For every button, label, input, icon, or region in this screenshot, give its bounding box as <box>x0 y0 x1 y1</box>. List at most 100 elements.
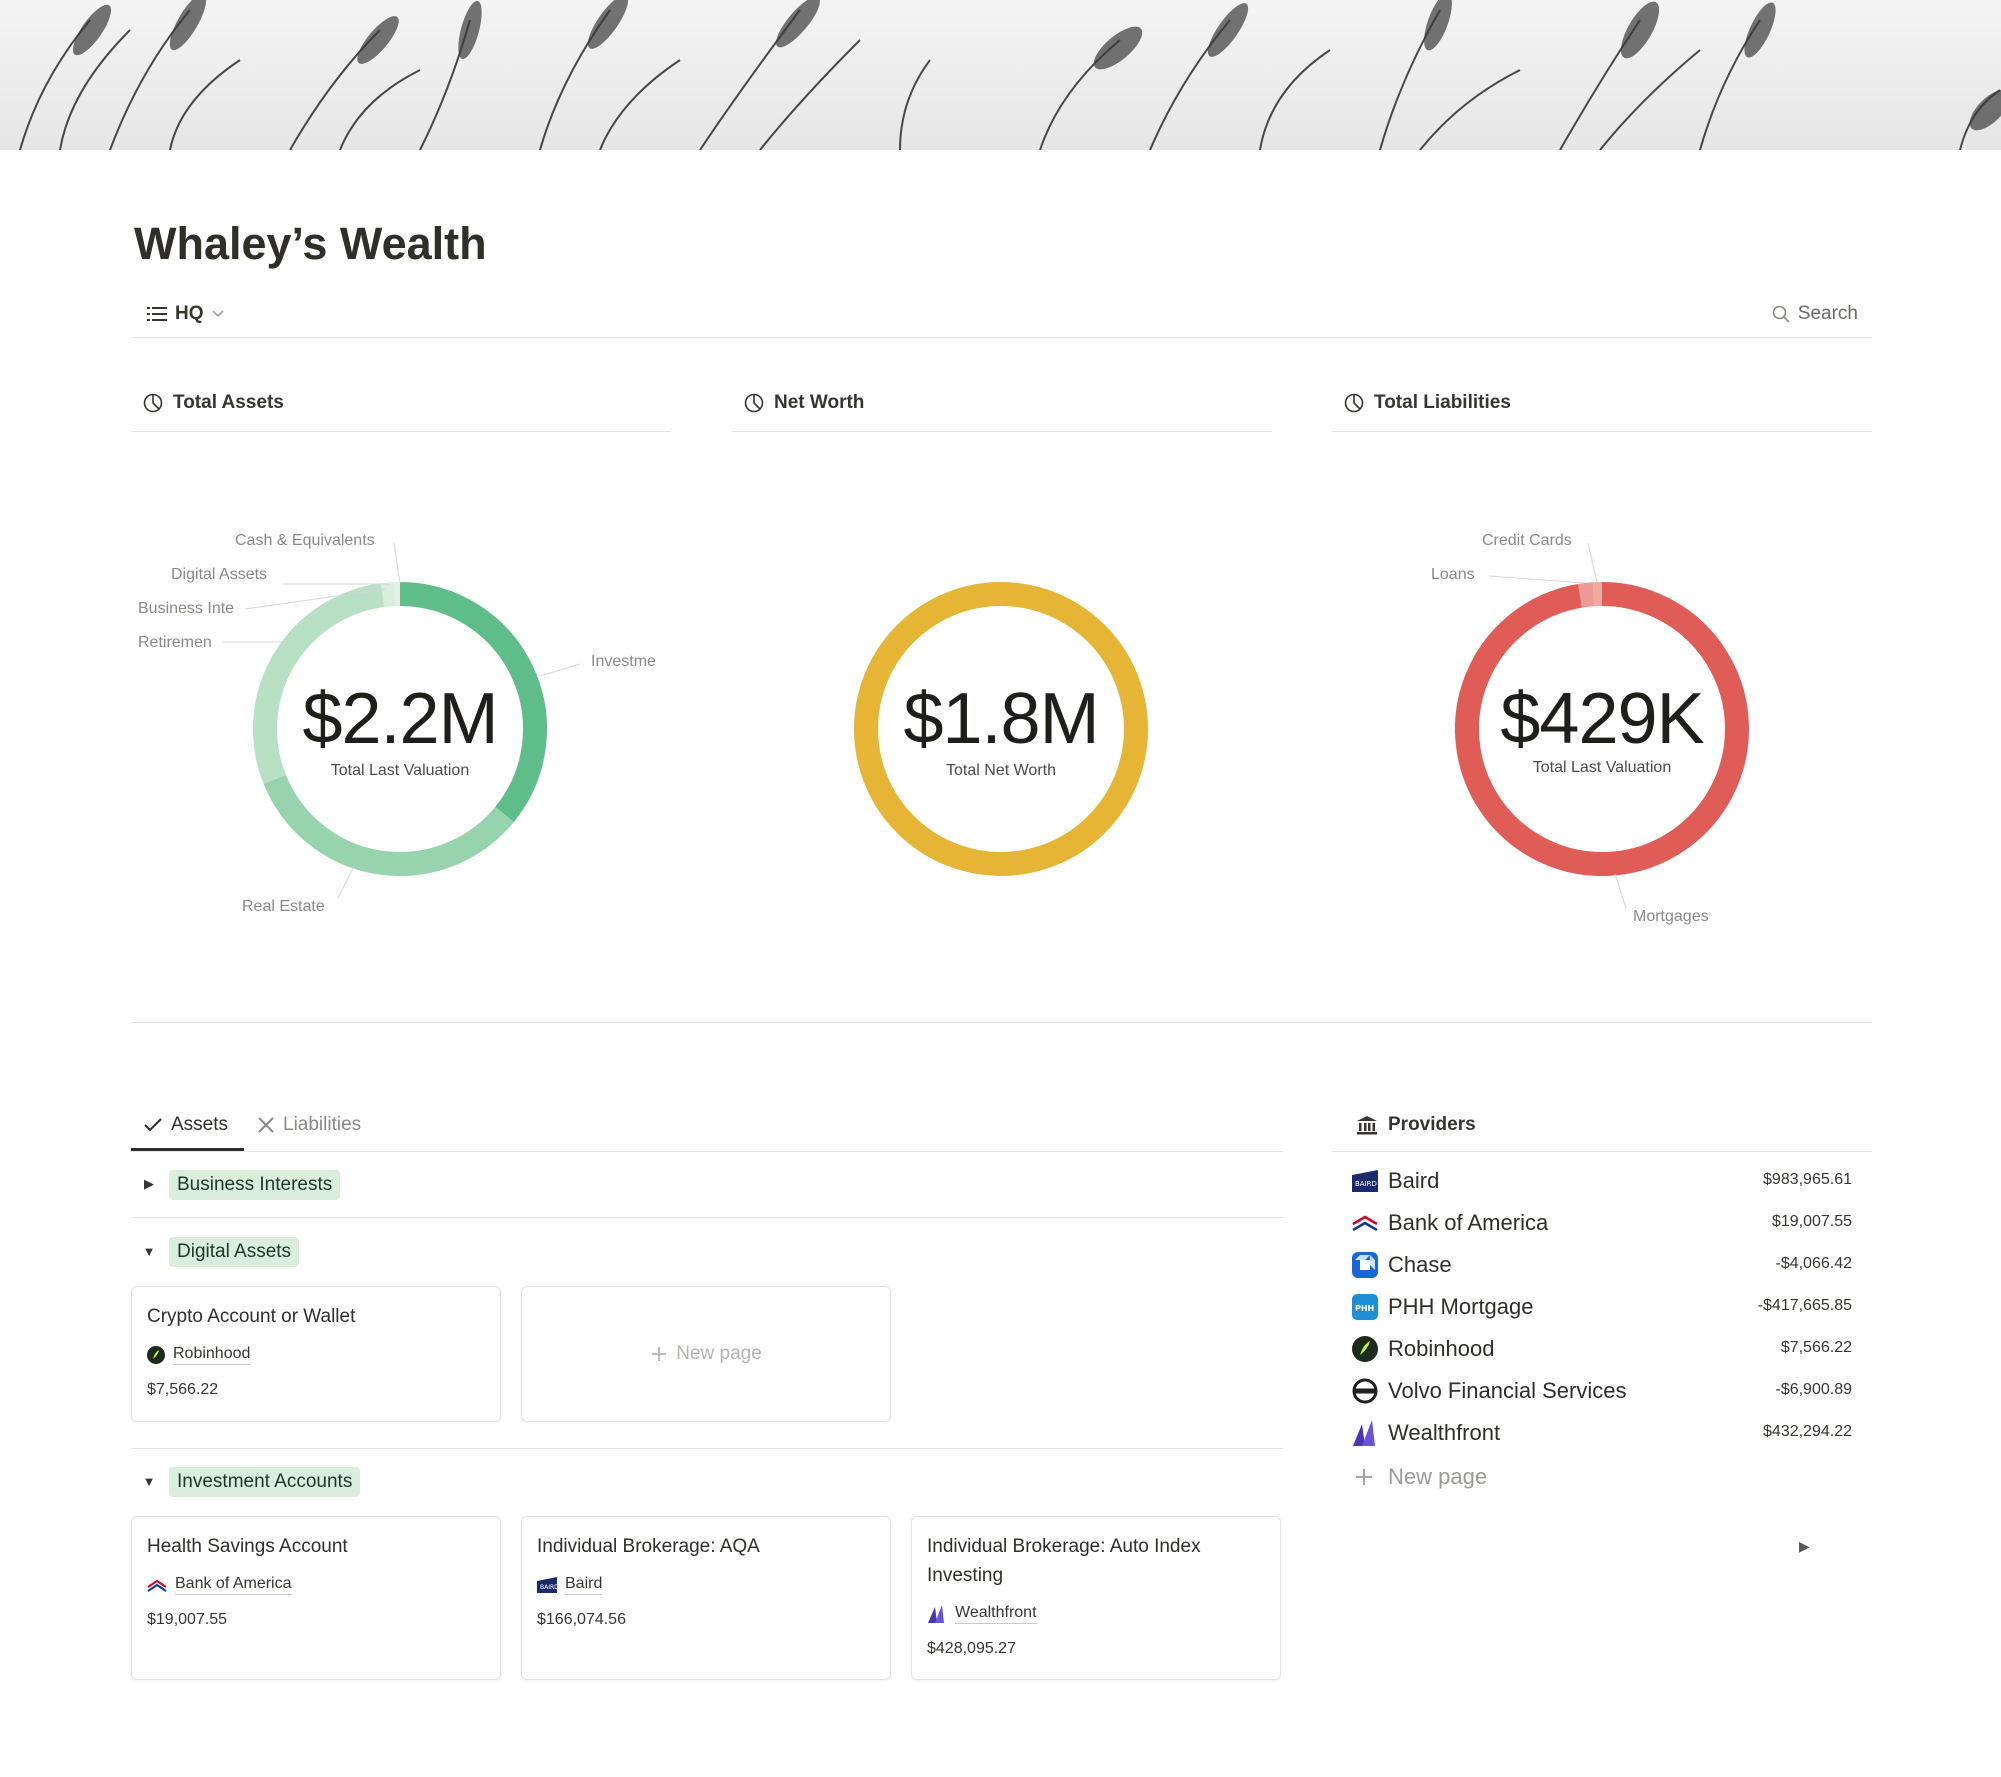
donut-segment-digital-assets[interactable] <box>381 582 396 607</box>
toggle-expanded-icon[interactable]: ▼ <box>141 1243 157 1259</box>
baird-logo-icon: BAIRD <box>537 1576 557 1593</box>
provider-amount: $432,294.22 <box>1763 1423 1852 1440</box>
total-liabilities-header[interactable]: Total Liabilities <box>1344 392 1511 414</box>
total-liabilities-value: $429K <box>1500 679 1704 759</box>
leader-cash <box>393 542 401 584</box>
play-arrow-icon[interactable]: ▶ <box>1799 1538 1810 1555</box>
total-assets-header[interactable]: Total Assets <box>143 392 284 414</box>
page-title: Whaley’s Wealth <box>134 218 487 269</box>
toggle-expanded-icon[interactable]: ▼ <box>141 1473 157 1489</box>
group-digital-assets: ▼ Digital Assets <box>131 1223 1283 1285</box>
pie-chart-icon <box>143 393 163 413</box>
net-worth-donut[interactable]: $1.8M Total Net Worth <box>854 582 1148 876</box>
view-label: HQ <box>175 303 204 324</box>
card-provider[interactable]: BAIRD Baird <box>537 1574 603 1595</box>
provider-name: Wealthfront <box>955 1603 1037 1624</box>
provider-name: Baird <box>565 1574 603 1595</box>
card-title: Individual Brokerage: Auto Index Investi… <box>927 1536 1201 1586</box>
total-assets-sublabel: Total Last Valuation <box>330 762 470 779</box>
group-pill-investment-accounts[interactable]: Investment Accounts <box>169 1467 361 1497</box>
card-crypto-account[interactable]: Crypto Account or Wallet Robinhood $7,56… <box>131 1286 501 1422</box>
label-digital-assets: Digital Assets <box>171 566 268 583</box>
label-business-interests: Business Inte <box>138 600 235 617</box>
provider-row-wealthfront[interactable]: Wealthfront $432,294.22 <box>1350 1412 1862 1454</box>
cover-image <box>0 0 2001 150</box>
total-liabilities-section: Total Liabilities <box>1332 380 1872 432</box>
total-liabilities-title: Total Liabilities <box>1374 392 1511 413</box>
wealthfront-logo-icon <box>928 1604 944 1623</box>
provider-amount: $7,566.22 <box>1780 1339 1852 1356</box>
provider-name: Bank of America <box>1388 1210 1549 1235</box>
svg-text:BAIRD: BAIRD <box>540 1584 557 1591</box>
label-mortgages: Mortgages <box>1633 908 1709 925</box>
total-assets-donut[interactable]: $2.2M Total Last Valuation <box>253 582 547 876</box>
donut-segment-real-estate[interactable] <box>263 774 514 876</box>
provider-name: Bank of America <box>175 1574 292 1595</box>
group-pill-business-interests[interactable]: Business Interests <box>169 1170 341 1200</box>
svg-text:BAIRD: BAIRD <box>1355 1180 1377 1188</box>
tab-assets[interactable]: Assets <box>143 1110 228 1140</box>
group-investment-accounts: ▼ Investment Accounts <box>131 1453 1283 1515</box>
group-pill-digital-assets[interactable]: Digital Assets <box>169 1237 300 1267</box>
provider-row-robinhood[interactable]: Robinhood $7,566.22 <box>1350 1328 1862 1370</box>
total-assets-value: $2.2M <box>302 679 498 759</box>
provider-name: Chase <box>1388 1252 1452 1277</box>
providers-new-page-button[interactable]: New page <box>1354 1464 1487 1490</box>
provider-row-baird[interactable]: BAIRD Baird $983,965.61 <box>1350 1160 1862 1202</box>
provider-name: PHH Mortgage <box>1388 1294 1534 1319</box>
card-amount: $428,095.27 <box>927 1640 1016 1657</box>
net-worth-value: $1.8M <box>903 679 1099 759</box>
robinhood-logo-icon <box>147 1345 165 1364</box>
card-provider[interactable]: Bank of America <box>147 1574 292 1595</box>
search-label: Search <box>1797 303 1858 324</box>
group-divider <box>131 1448 1283 1449</box>
provider-amount: -$4,066.42 <box>1775 1255 1852 1272</box>
net-worth-header[interactable]: Net Worth <box>744 392 864 414</box>
new-page-card[interactable]: New page <box>521 1286 891 1422</box>
total-liabilities-donut[interactable]: $429K Total Last Valuation <box>1455 582 1749 876</box>
new-page-label: New page <box>676 1343 762 1364</box>
tab-liabilities-label: Liabilities <box>283 1114 362 1135</box>
provider-amount: -$6,900.89 <box>1775 1381 1852 1398</box>
provider-name: Volvo Financial Services <box>1388 1378 1627 1403</box>
provider-name: Robinhood <box>1388 1336 1495 1361</box>
donut-segment-loans[interactable] <box>1578 582 1595 608</box>
toggle-collapsed-icon[interactable]: ▶ <box>141 1176 157 1192</box>
total-assets-section: Total Assets <box>131 380 671 432</box>
view-selector-hq[interactable]: HQ <box>147 300 224 328</box>
total-liabilities-sublabel: Total Last Valuation <box>1532 759 1672 776</box>
card-individual-brokerage-aqa[interactable]: Individual Brokerage: AQA BAIRD Baird $1… <box>521 1516 891 1680</box>
providers-new-page-label: New page <box>1388 1464 1488 1489</box>
search-button[interactable]: Search <box>1772 300 1858 328</box>
plus-icon <box>652 1347 667 1361</box>
card-amount: $7,566.22 <box>147 1381 219 1398</box>
pie-chart-icon <box>744 393 764 413</box>
net-worth-sublabel: Total Net Worth <box>946 762 1056 779</box>
bank-building-icon <box>1357 1116 1377 1135</box>
bank-of-america-logo-icon <box>1352 1215 1378 1232</box>
active-tab-underline <box>131 1148 244 1151</box>
card-health-savings-account[interactable]: Health Savings Account Bank of America $… <box>131 1516 501 1680</box>
wealthfront-logo-icon <box>1353 1420 1375 1446</box>
card-provider[interactable]: Wealthfront <box>927 1603 1037 1624</box>
provider-row-volvo[interactable]: Volvo Financial Services -$6,900.89 <box>1350 1370 1862 1412</box>
total-assets-title: Total Assets <box>173 392 284 413</box>
provider-row-chase[interactable]: Chase -$4,066.42 <box>1350 1244 1862 1286</box>
checkmark-icon <box>144 1118 162 1132</box>
provider-row-bank-of-america[interactable]: Bank of America $19,007.55 <box>1350 1202 1862 1244</box>
provider-name: Baird <box>1388 1168 1440 1193</box>
card-title: Health Savings Account <box>147 1536 348 1557</box>
provider-amount: $19,007.55 <box>1771 1213 1852 1230</box>
label-investments: Investme <box>591 653 656 670</box>
card-provider[interactable]: Robinhood <box>147 1344 251 1365</box>
provider-name: Robinhood <box>173 1344 251 1365</box>
grass-illustration <box>19 0 2001 150</box>
card-amount: $166,074.56 <box>537 1611 626 1628</box>
providers-header[interactable]: Providers <box>1356 1114 1476 1136</box>
group-business-interests: ▶ Business Interests <box>131 1156 1283 1218</box>
net-worth-section: Net Worth <box>732 380 1272 432</box>
provider-row-phh-mortgage[interactable]: PHH PHH Mortgage -$417,665.85 <box>1350 1286 1862 1328</box>
tab-liabilities[interactable]: Liabilities <box>257 1110 361 1140</box>
label-credit-cards: Credit Cards <box>1482 532 1572 549</box>
card-individual-brokerage-auto[interactable]: Individual Brokerage: Auto Index Investi… <box>911 1516 1281 1680</box>
